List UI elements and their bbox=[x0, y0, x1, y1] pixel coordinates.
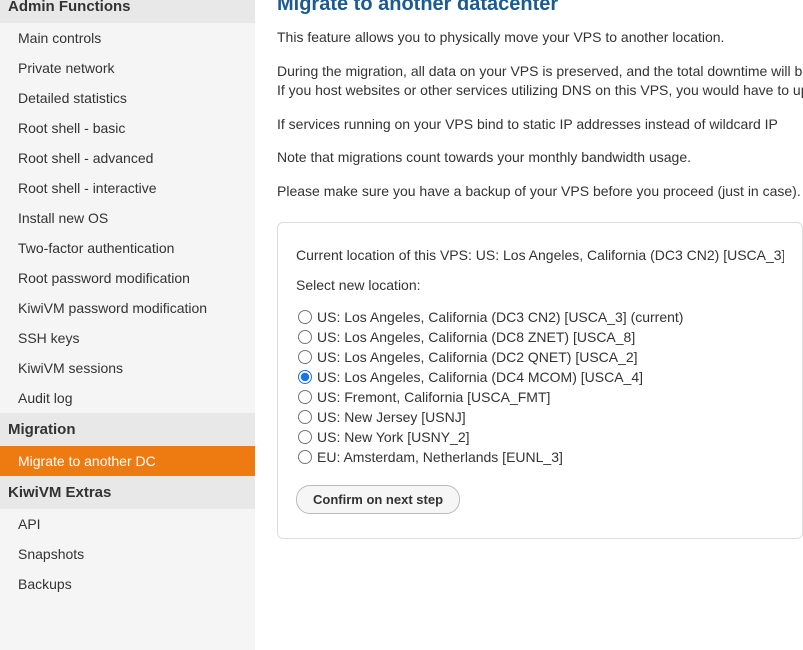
sidebar-item-audit-log[interactable]: Audit log bbox=[0, 383, 255, 413]
sidebar-item-main-controls[interactable]: Main controls bbox=[0, 23, 255, 53]
sidebar-item-install-new-os[interactable]: Install new OS bbox=[0, 203, 255, 233]
sidebar-item-kiwivm-sessions[interactable]: KiwiVM sessions bbox=[0, 353, 255, 383]
sidebar-header-admin: Admin Functions bbox=[0, 0, 255, 23]
location-option-row[interactable]: US: New York [USNY_2] bbox=[296, 427, 784, 447]
location-radio-label: US: Fremont, California [USCA_FMT] bbox=[317, 389, 550, 405]
location-radio-label: US: Los Angeles, California (DC4 MCOM) [… bbox=[317, 369, 643, 385]
sidebar-header-migration: Migration bbox=[0, 413, 255, 446]
intro-para-3: If services running on your VPS bind to … bbox=[277, 115, 803, 135]
sidebar: Admin Functions Main controls Private ne… bbox=[0, 0, 255, 650]
location-option-row[interactable]: EU: Amsterdam, Netherlands [EUNL_3] bbox=[296, 447, 784, 467]
location-radio-usnj[interactable] bbox=[298, 410, 312, 424]
sidebar-item-detailed-statistics[interactable]: Detailed statistics bbox=[0, 83, 255, 113]
sidebar-item-migrate-dc[interactable]: Migrate to another DC bbox=[0, 446, 255, 476]
location-radio-label: US: New Jersey [USNJ] bbox=[317, 409, 466, 425]
sidebar-item-ssh-keys[interactable]: SSH keys bbox=[0, 323, 255, 353]
location-option-row[interactable]: US: Los Angeles, California (DC4 MCOM) [… bbox=[296, 367, 784, 387]
select-location-label: Select new location: bbox=[296, 277, 784, 293]
location-radio-label: EU: Amsterdam, Netherlands [EUNL_3] bbox=[317, 449, 563, 465]
location-option-row[interactable]: US: Los Angeles, California (DC8 ZNET) [… bbox=[296, 327, 784, 347]
location-option-row[interactable]: US: Los Angeles, California (DC2 QNET) [… bbox=[296, 347, 784, 367]
location-radio-uscafmt[interactable] bbox=[298, 390, 312, 404]
intro-para-2: During the migration, all data on your V… bbox=[277, 62, 803, 101]
sidebar-item-two-factor-auth[interactable]: Two-factor authentication bbox=[0, 233, 255, 263]
location-radio-usca4[interactable] bbox=[298, 370, 312, 384]
current-location-line: Current location of this VPS: US: Los An… bbox=[296, 247, 784, 263]
sidebar-item-root-password-mod[interactable]: Root password modification bbox=[0, 263, 255, 293]
location-radio-eunl3[interactable] bbox=[298, 450, 312, 464]
location-radio-usny2[interactable] bbox=[298, 430, 312, 444]
location-option-row[interactable]: US: New Jersey [USNJ] bbox=[296, 407, 784, 427]
location-radio-label: US: Los Angeles, California (DC3 CN2) [U… bbox=[317, 309, 683, 325]
sidebar-item-backups[interactable]: Backups bbox=[0, 569, 255, 599]
sidebar-item-private-network[interactable]: Private network bbox=[0, 53, 255, 83]
sidebar-header-extras: KiwiVM Extras bbox=[0, 476, 255, 509]
sidebar-item-root-shell-advanced[interactable]: Root shell - advanced bbox=[0, 143, 255, 173]
intro-para-1: This feature allows you to physically mo… bbox=[277, 28, 803, 48]
location-radio-usca3[interactable] bbox=[298, 310, 312, 324]
location-option-row[interactable]: US: Fremont, California [USCA_FMT] bbox=[296, 387, 784, 407]
location-radio-usca8[interactable] bbox=[298, 330, 312, 344]
migration-panel: Current location of this VPS: US: Los An… bbox=[277, 222, 803, 539]
sidebar-item-root-shell-interactive[interactable]: Root shell - interactive bbox=[0, 173, 255, 203]
location-radio-label: US: New York [USNY_2] bbox=[317, 429, 470, 445]
current-location-label: Current location of this VPS: bbox=[296, 247, 476, 263]
location-radio-label: US: Los Angeles, California (DC8 ZNET) [… bbox=[317, 329, 635, 345]
main-content: Migrate to another datacenter This featu… bbox=[255, 0, 803, 650]
intro-para-5: Please make sure you have a backup of yo… bbox=[277, 182, 803, 202]
current-location-value: US: Los Angeles, California (DC3 CN2) [U… bbox=[476, 247, 784, 263]
location-radio-label: US: Los Angeles, California (DC2 QNET) [… bbox=[317, 349, 638, 365]
intro-para-2a: During the migration, all data on your V… bbox=[277, 63, 803, 79]
sidebar-item-root-shell-basic[interactable]: Root shell - basic bbox=[0, 113, 255, 143]
sidebar-item-snapshots[interactable]: Snapshots bbox=[0, 539, 255, 569]
intro-para-4: Note that migrations count towards your … bbox=[277, 148, 803, 168]
sidebar-item-kiwivm-password-mod[interactable]: KiwiVM password modification bbox=[0, 293, 255, 323]
sidebar-item-api[interactable]: API bbox=[0, 509, 255, 539]
page-title: Migrate to another datacenter bbox=[277, 0, 803, 16]
intro-para-2b: If you host websites or other services u… bbox=[277, 82, 803, 98]
location-radio-usca2[interactable] bbox=[298, 350, 312, 364]
location-option-row[interactable]: US: Los Angeles, California (DC3 CN2) [U… bbox=[296, 307, 784, 327]
confirm-button[interactable]: Confirm on next step bbox=[296, 485, 460, 514]
